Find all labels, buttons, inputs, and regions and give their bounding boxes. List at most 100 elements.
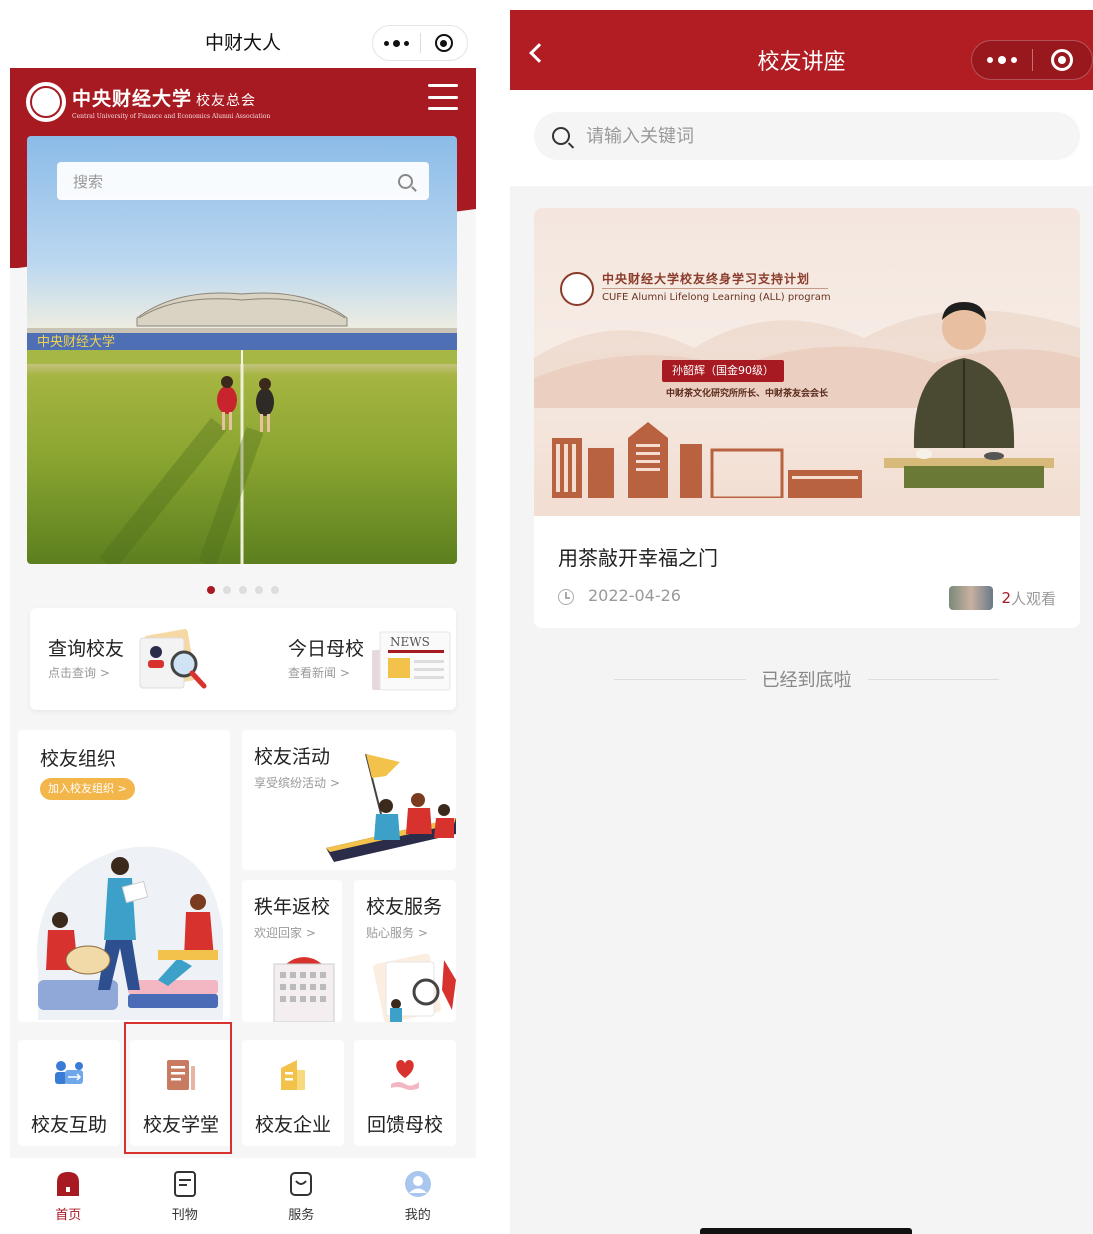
join-org-pill[interactable]: 加入校友组织 > (40, 778, 135, 800)
feature-alumni-enterprise[interactable]: 校友企业 (242, 1040, 344, 1146)
more-icon[interactable] (373, 39, 420, 47)
menu-icon[interactable] (428, 84, 458, 110)
search-section (510, 90, 1093, 186)
tile-return-campus-title: 秩年返校 (254, 896, 331, 918)
feature-give-back-label: 回馈母校 (366, 1114, 443, 1136)
tile-alumni-service[interactable]: 校友服务 贴心服务 > (354, 880, 456, 1022)
quick-links-card: 查询校友 点击查询 > 今日母校 查看新闻 > NEWS (30, 608, 456, 710)
news-badge: NEWS (390, 635, 430, 649)
home-indicator (700, 1228, 912, 1234)
nav-bar: 校友讲座 (510, 10, 1093, 90)
stadium-text: 中央财经大学 (37, 334, 115, 350)
tile-alumni-service-sub: 贴心服务 > (366, 926, 428, 940)
tile-alumni-org-title: 校友组织 (40, 748, 117, 770)
newspaper-icon: NEWS (372, 631, 451, 691)
search-bar[interactable]: 搜索 (57, 162, 429, 200)
carousel-dot[interactable] (239, 586, 247, 594)
magazine-icon (173, 1171, 196, 1197)
capsule-menu (372, 25, 468, 61)
lecture-meta: 2022-04-26 2 人观看 (558, 586, 1056, 610)
tile-return-campus-sub: 欢迎回家 > (254, 926, 316, 940)
search-icon[interactable] (398, 173, 413, 189)
service-bag-icon (290, 1172, 313, 1196)
speaker-title: 中财茶文化研究所所长、中财茶友会会长 (666, 389, 829, 399)
search-icon (552, 127, 570, 145)
feature-alumni-enterprise-label: 校友企业 (254, 1114, 331, 1136)
alumni-group-illustration (37, 846, 223, 1020)
cover-program-en: CUFE Alumni Lifelong Learning (ALL) prog… (602, 292, 831, 303)
heart-hand-icon (391, 1060, 419, 1090)
stadium-image: 中央财经大学 (27, 292, 457, 364)
tile-alumni-service-title: 校友服务 (366, 896, 443, 918)
magnifier-profile-icon (139, 629, 207, 689)
search-placeholder: 搜索 (73, 172, 104, 191)
handshake-cards-icon (55, 1061, 83, 1084)
tab-home-label: 首页 (55, 1208, 82, 1223)
lecture-cover: 中央财经大学校友终身学习支持计划 CUFE Alumni Lifelong Le… (534, 208, 1080, 516)
clock-icon (558, 589, 574, 605)
tab-home[interactable]: 首页 (10, 1158, 127, 1234)
tile-alumni-org[interactable]: 校友组织 加入校友组织 > (18, 730, 230, 1022)
capsule-menu (971, 40, 1093, 80)
speaker-name: 孙韶辉（国金90级） (662, 360, 784, 382)
university-seal-icon (560, 272, 594, 306)
field-lines (99, 364, 274, 564)
campus-skyline (552, 422, 862, 498)
tab-service[interactable]: 服务 (243, 1158, 360, 1234)
logo-suffix: 校友总会 (196, 93, 257, 109)
viewer-count: 2 (1001, 589, 1011, 607)
feature-alumni-mutual-aid[interactable]: 校友互助 (18, 1040, 120, 1146)
tile-return-campus[interactable]: 秩年返校 欢迎回家 > (242, 880, 342, 1022)
campus-news-sub: 查看新闻 > (288, 666, 350, 680)
activity-flag-illustration (326, 753, 456, 862)
end-of-list: 已经到底啦 (614, 664, 999, 694)
lecture-list-screen: 校友讲座 中央财经大学校友终身学习支持计划 CUFE Alumni Lifelo… (510, 10, 1093, 1234)
campus-building-icon (273, 957, 335, 1022)
end-of-list-text: 已经到底啦 (761, 670, 852, 691)
viewer-suffix: 人观看 (1010, 589, 1056, 608)
tab-profile[interactable]: 我的 (360, 1158, 477, 1234)
carousel-dot[interactable] (207, 586, 215, 594)
lecture-title: 用茶敲开幸福之门 (558, 546, 718, 570)
feature-grid: 校友互助 校友学堂 校友企业 回馈母校 (18, 1040, 458, 1146)
carousel-dot[interactable] (223, 586, 231, 594)
lecture-card[interactable]: 中央财经大学校友终身学习支持计划 CUFE Alumni Lifelong Le… (534, 208, 1080, 628)
feature-give-back[interactable]: 回馈母校 (354, 1040, 456, 1146)
tab-magazine-label: 刊物 (171, 1208, 198, 1223)
close-miniprogram-icon[interactable] (421, 34, 468, 52)
viewer-avatars (949, 586, 994, 610)
carousel-dot[interactable] (255, 586, 263, 594)
cover-program-cn: 中央财经大学校友终身学习支持计划 (602, 272, 811, 286)
speaker-photo (884, 302, 1054, 488)
carousel-indicator (10, 586, 476, 594)
feature-alumni-mutual-aid-label: 校友互助 (30, 1114, 107, 1136)
logo-en: Central University of Finance and Econom… (72, 113, 271, 120)
service-search-illustration (373, 953, 456, 1022)
close-miniprogram-icon[interactable] (1033, 49, 1093, 71)
viewer-info: 2 人观看 (949, 586, 1056, 610)
tile-alumni-activity[interactable]: 校友活动 享受缤纷活动 > (242, 730, 456, 870)
find-alumni-title: 查询校友 (48, 638, 125, 660)
home-icon (57, 1172, 80, 1196)
home-screen: 中财大人 中央财经大学 校友总会 Central University of Fi… (10, 14, 476, 1234)
find-alumni-link[interactable]: 查询校友 点击查询 > (30, 608, 243, 710)
banner-carousel[interactable]: 中央财经大学 搜索 (27, 136, 457, 564)
lecture-date: 2022-04-26 (588, 586, 681, 605)
tab-profile-label: 我的 (404, 1208, 431, 1223)
logo-cn: 中央财经大学 (72, 88, 193, 110)
tab-service-label: 服务 (288, 1208, 315, 1223)
tab-magazine[interactable]: 刊物 (127, 1158, 244, 1234)
more-icon[interactable] (972, 56, 1032, 64)
logo: 中央财经大学 校友总会 Central University of Finance… (26, 82, 270, 122)
bottom-tabbar: 首页 刊物 服务 我的 (10, 1158, 476, 1234)
search-bar (534, 112, 1080, 160)
selected-highlight-box (124, 1022, 232, 1154)
building-icon (281, 1060, 305, 1090)
search-input[interactable] (586, 125, 1062, 147)
campus-news-link[interactable]: 今日母校 查看新闻 > NEWS (270, 608, 456, 710)
campus-news-title: 今日母校 (288, 638, 365, 660)
carousel-dot[interactable] (271, 586, 279, 594)
profile-icon (404, 1171, 431, 1197)
tile-alumni-activity-title: 校友活动 (254, 746, 331, 768)
miniprogram-bar: 中财大人 (10, 14, 476, 68)
